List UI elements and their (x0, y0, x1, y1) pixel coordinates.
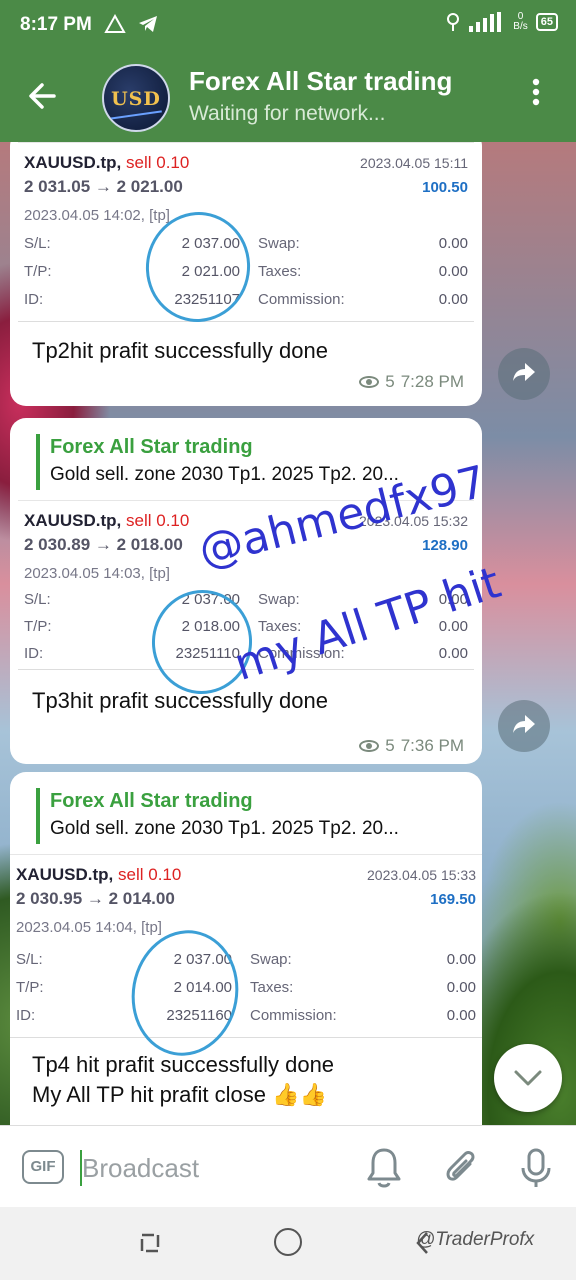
message-line-2: My All TP hit prafit close 👍👍 (32, 1082, 327, 1107)
trade-close-time: 2023.04.05 15:11 (360, 155, 468, 171)
scroll-to-bottom-button[interactable] (494, 1044, 562, 1112)
chevron-down-icon (514, 1070, 542, 1086)
notification-icons (104, 13, 159, 34)
trade-card: XAUUSD.tp, sell 0.10 2 031.05 → 2 021.00… (18, 142, 474, 322)
trade-open-time: 2023.04.05 14:03, [tp] (24, 565, 170, 582)
microphone-icon[interactable] (516, 1146, 556, 1190)
watermark-text: @TraderProfx (416, 1229, 535, 1250)
trade-profit: 128.90 (422, 537, 468, 554)
app-notification-icon (104, 14, 126, 34)
chat-title[interactable]: Forex All Star trading (189, 66, 452, 97)
message-line-1: Tp4 hit prafit successfully done (32, 1052, 335, 1077)
message-text: Tp3hit prafit successfully done (32, 688, 328, 713)
system-nav-bar: @TraderProfx (0, 1207, 576, 1280)
views-eye-icon (359, 376, 380, 388)
network-speed: 0 B/s (513, 11, 528, 32)
trade-prices: 2 031.05 → 2 021.00 (24, 177, 183, 196)
avatar-chart-line (110, 110, 162, 120)
share-icon (513, 363, 535, 381)
message-text: Tp4 hit prafit successfully done My All … (32, 1050, 482, 1110)
broadcast-input[interactable] (82, 1148, 342, 1188)
trade-prices: 2 030.95 → 2 014.00 (16, 889, 175, 908)
reply-author: Forex All Star trading (50, 790, 253, 812)
system-icons: 0 B/s 65 (445, 12, 558, 32)
views-eye-icon (359, 740, 380, 752)
home-icon[interactable] (274, 1228, 302, 1256)
trade-symbol: XAUUSD.tp, sell 0.10 (24, 511, 190, 530)
trade-card: XAUUSD.tp, sell 0.10 2 030.95 → 2 014.00… (10, 854, 482, 1038)
divider (18, 321, 474, 322)
chat-header: USD Forex All Star trading Waiting for n… (0, 52, 576, 142)
telegram-icon (139, 16, 158, 33)
avatar-label: USD (111, 88, 161, 110)
channel-avatar[interactable]: USD (102, 64, 170, 132)
share-icon (513, 715, 535, 733)
hotspot-icon (447, 13, 460, 31)
message-time: 7:28 PM (400, 372, 464, 391)
recent-apps-icon[interactable] (136, 1229, 164, 1257)
gif-icon[interactable]: GIF (22, 1150, 64, 1184)
view-count: 5 (385, 372, 395, 391)
trade-profit: 100.50 (422, 179, 468, 196)
reply-text: Gold sell. zone 2030 Tp1. 2025 Tp2. 20..… (50, 818, 399, 839)
message-bubble[interactable]: XAUUSD.tp, sell 0.10 2 031.05 → 2 021.00… (10, 142, 482, 406)
bell-icon[interactable] (364, 1146, 404, 1190)
back-arrow-icon[interactable] (26, 76, 60, 116)
trade-symbol: XAUUSD.tp, sell 0.10 (16, 865, 182, 884)
status-time: 8:17 PM (20, 14, 92, 35)
battery-icon: 65 (535, 13, 558, 31)
composer-bar: GIF (0, 1125, 576, 1207)
chat-status: Waiting for network... (189, 102, 386, 125)
message-meta: 5 7:28 PM (359, 372, 464, 392)
reply-author: Forex All Star trading (50, 436, 253, 458)
trade-profit: 169.50 (430, 891, 476, 908)
trade-open-time: 2023.04.05 14:02, [tp] (24, 207, 170, 224)
message-bubble[interactable]: Forex All Star trading Gold sell. zone 2… (10, 772, 482, 1125)
paperclip-icon[interactable] (440, 1146, 480, 1190)
reply-quote[interactable]: Forex All Star trading Gold sell. zone 2… (36, 788, 466, 844)
message-time: 7:36 PM (400, 736, 464, 755)
status-bar: 8:17 PM 0 B/s 65 (0, 0, 576, 52)
signal-icon (469, 12, 502, 32)
chat-area[interactable]: XAUUSD.tp, sell 0.10 2 031.05 → 2 021.00… (0, 142, 576, 1125)
more-menu-icon[interactable] (518, 78, 554, 114)
share-button[interactable] (498, 348, 550, 400)
view-count: 5 (385, 736, 395, 755)
share-button[interactable] (498, 700, 550, 752)
message-text: Tp2hit prafit successfully done (32, 338, 328, 363)
trade-close-time: 2023.04.05 15:33 (367, 867, 476, 883)
trade-symbol: XAUUSD.tp, sell 0.10 (24, 153, 190, 172)
trade-open-time: 2023.04.05 14:04, [tp] (16, 919, 162, 936)
trade-prices: 2 030.89 → 2 018.00 (24, 535, 183, 554)
divider (10, 1037, 482, 1038)
message-meta: 5 7:36 PM (359, 736, 464, 756)
